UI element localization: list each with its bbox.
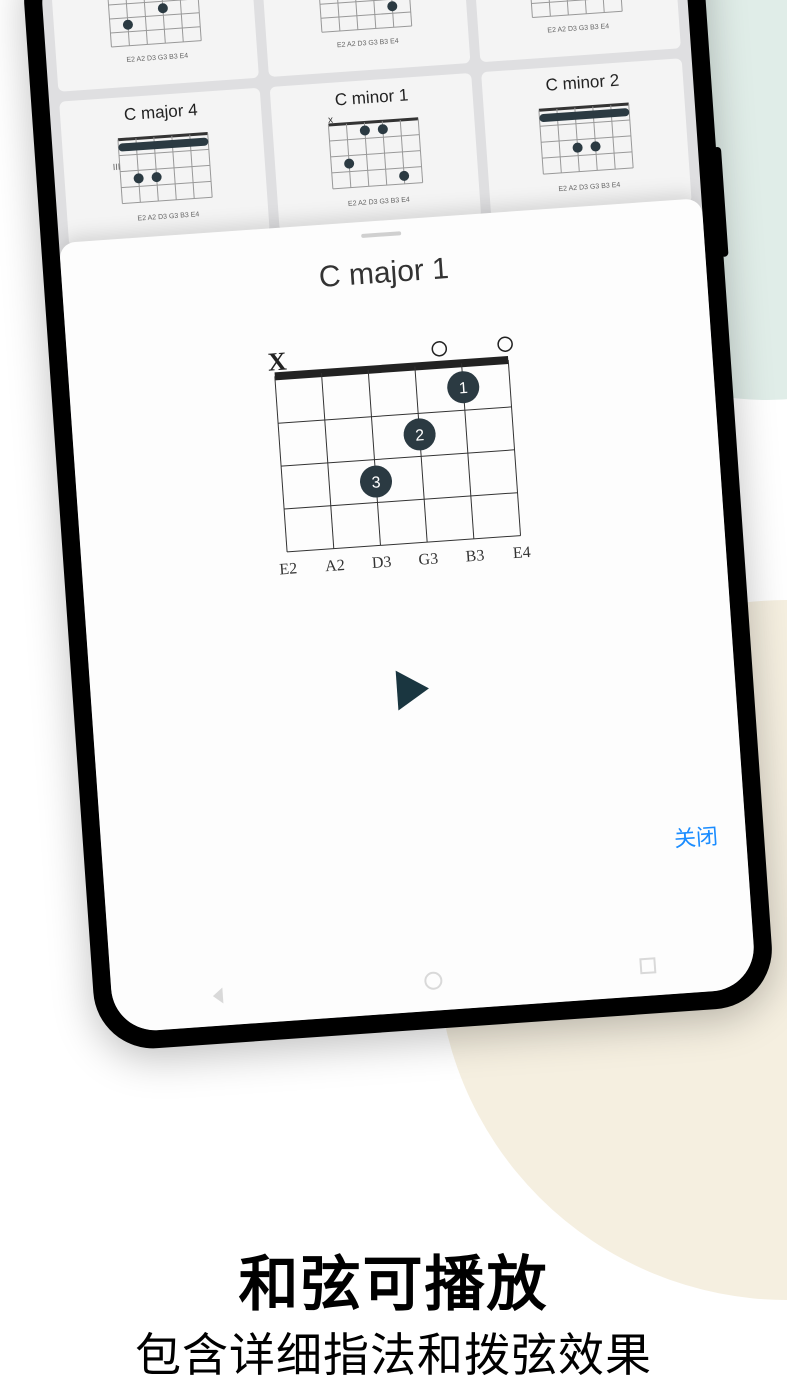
phone-screen: E2 A2 D3 G3 B3 E4 E2 A2 D3 G3 B3 E4 (39, 0, 756, 1033)
svg-text:III: III (112, 162, 120, 172)
promo-subtitle: 包含详细指法和拨弦效果 (0, 1319, 787, 1385)
svg-text:G3: G3 (418, 550, 439, 568)
svg-text:E2 A2 D3 G3 B3 E4: E2 A2 D3 G3 B3 E4 (559, 182, 621, 193)
close-button[interactable]: 关闭 (673, 819, 719, 854)
home-icon[interactable] (423, 970, 444, 991)
chord-card-title: C minor 2 (485, 66, 679, 99)
chord-diagram-large: X (249, 331, 545, 590)
chord-diagram-icon: E2 A2 D3 G3 B3 E4 (529, 93, 646, 200)
svg-text:E2 A2 D3 G3 B3 E4: E2 A2 D3 G3 B3 E4 (348, 197, 410, 208)
chord-diagram-icon: E2 A2 D3 G3 B3 E4 (96, 0, 213, 76)
phone-mockup: E2 A2 D3 G3 B3 E4 E2 A2 D3 G3 B3 E4 (20, 0, 776, 1052)
chord-card-title: C minor 1 (274, 81, 468, 114)
svg-text:E2: E2 (279, 560, 298, 578)
svg-text:E2 A2 D3 G3 B3 E4: E2 A2 D3 G3 B3 E4 (548, 23, 610, 34)
svg-text:A2: A2 (325, 557, 346, 575)
open-string-icon (432, 341, 447, 356)
chord-card-title: C major 4 (64, 96, 258, 129)
svg-text:E2 A2 D3 G3 B3 E4: E2 A2 D3 G3 B3 E4 (337, 38, 399, 49)
svg-text:B3: B3 (465, 547, 485, 565)
chord-diagram-icon: E2 A2 D3 G3 B3 E4 (307, 0, 424, 61)
chord-card-cmajor4[interactable]: C major 4 III E2 A2 D3 G3 B3 E4 (59, 88, 270, 247)
chord-card-cminor1[interactable]: C minor 1 x E2 A2 D3 G3 B3 E4 (270, 73, 481, 232)
svg-text:E2 A2 D3 G3 B3 E4: E2 A2 D3 G3 B3 E4 (137, 211, 199, 222)
svg-text:1: 1 (458, 380, 468, 398)
chord-card[interactable]: E2 A2 D3 G3 B3 E4 (472, 0, 681, 62)
chord-diagram-icon: x E2 A2 D3 G3 B3 E4 (318, 108, 435, 215)
promo-title: 和弦可播放 (0, 1236, 787, 1323)
open-string-icon (498, 337, 513, 352)
back-icon[interactable] (209, 985, 230, 1006)
string-labels: E2 A2 D3 G3 B3 E4 (126, 53, 188, 64)
chord-card[interactable]: E2 A2 D3 G3 B3 E4 (261, 0, 470, 77)
svg-text:E4: E4 (512, 544, 531, 562)
modal-title: C major 1 (85, 236, 682, 311)
svg-text:2: 2 (415, 427, 425, 445)
play-button[interactable] (396, 668, 431, 710)
svg-text:D3: D3 (371, 554, 392, 572)
chord-diagram-icon: E2 A2 D3 G3 B3 E4 (518, 0, 635, 46)
chord-diagram-icon: III E2 A2 D3 G3 B3 E4 (107, 123, 224, 230)
svg-text:3: 3 (371, 474, 381, 492)
chord-card[interactable]: E2 A2 D3 G3 B3 E4 (50, 0, 259, 92)
chord-card-cminor2[interactable]: C minor 2 E2 A2 D3 G3 B3 E4 (481, 58, 692, 217)
recents-icon[interactable] (637, 955, 658, 976)
modal-drag-handle[interactable] (361, 231, 401, 238)
promo-text: 和弦可播放 包含详细指法和拨弦效果 (0, 1236, 787, 1400)
chord-detail-modal: C major 1 X (59, 198, 757, 1033)
